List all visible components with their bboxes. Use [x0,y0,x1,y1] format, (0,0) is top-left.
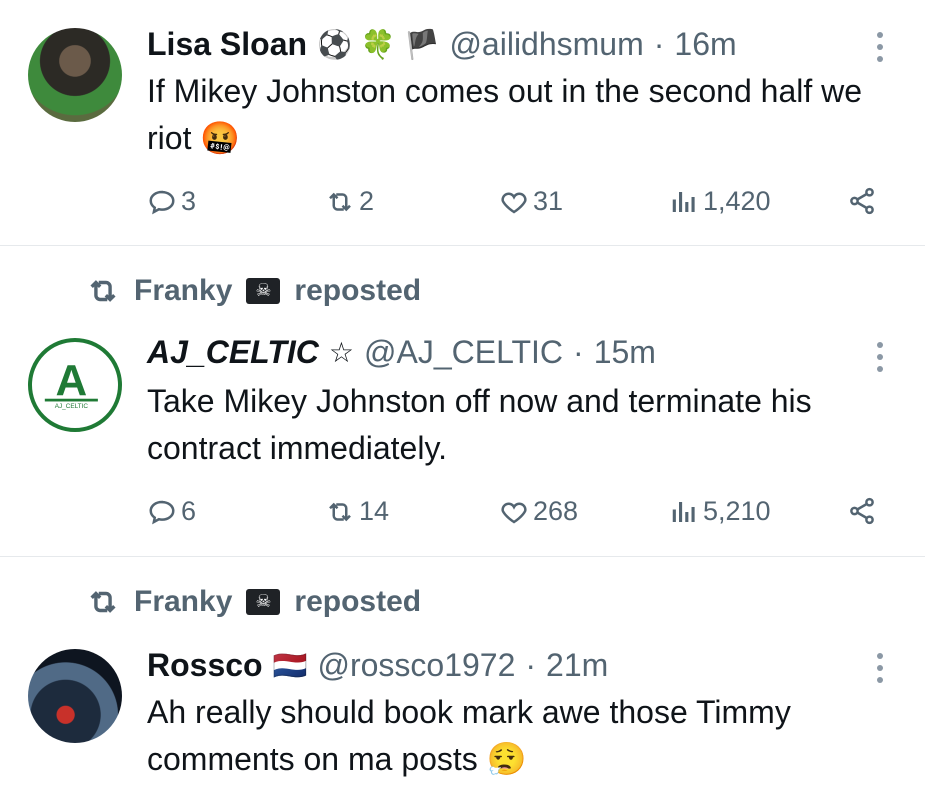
reposted-label: reposted [294,274,422,307]
reply-icon [149,500,175,524]
more-icon[interactable] [877,32,883,62]
avatar[interactable]: A AJ_CELTIC [28,338,122,432]
display-name[interactable]: Lisa Sloan [147,26,307,63]
logo-caption: AJ_CELTIC [55,403,89,410]
like-count: 31 [533,186,564,216]
avatar[interactable] [28,28,122,122]
reposted-by-name[interactable]: Franky [134,274,232,308]
tweet-header: AJ_CELTIC ☆ @AJ_CELTIC · 15m [147,334,656,371]
like-icon [501,502,527,523]
views-button[interactable]: 5,210 [669,496,771,527]
share-icon [850,187,874,215]
views-icon [672,191,695,212]
like-button[interactable]: 268 [499,496,578,527]
user-handle[interactable]: @ailidhsmum [449,26,643,63]
views-count: 5,210 [703,496,771,526]
aj-celtic-logo: A AJ_CELTIC [44,356,98,410]
tweet-header: Lisa Sloan ⚽ 🍀 🏴 @ailidhsmum · 16m [147,26,737,63]
profile-emoji-badges: ☆ [328,335,354,369]
reply-count: 3 [181,186,197,216]
views-button[interactable]: 1,420 [669,186,771,217]
more-icon[interactable] [877,342,883,372]
repost-icon [329,502,351,521]
views-icon [672,501,695,522]
tweet-text: If Mikey Johnston comes out in the secon… [147,73,863,156]
avatar[interactable] [28,649,122,743]
tweet-lisa-sloan[interactable]: Lisa Sloan ⚽ 🍀 🏴 @ailidhsmum · 16m If Mi… [0,0,925,245]
like-count: 268 [533,496,579,526]
user-handle[interactable]: @AJ_CELTIC [364,334,563,371]
reply-count: 6 [181,496,197,526]
repost-icon [90,280,116,302]
profile-emoji-badges: 🇳🇱 [272,648,308,682]
timestamp[interactable]: 16m [674,26,736,63]
timestamp[interactable]: 15m [594,334,656,371]
separator-dot: · [525,647,537,683]
reply-button[interactable]: 6 [147,496,196,527]
pirate-flag-icon: ☠ [246,278,281,304]
reply-button[interactable]: 3 [147,186,196,217]
user-handle[interactable]: @rossco1972 [317,647,515,684]
like-button[interactable]: 31 [499,186,563,217]
like-icon [501,192,527,213]
repost-context[interactable]: Franky ☠ reposted [86,274,421,308]
timestamp[interactable]: 21m [546,647,608,684]
share-icon [850,497,874,525]
timeline-feed: Lisa Sloan ⚽ 🍀 🏴 @ailidhsmum · 16m If Mi… [0,0,925,800]
repost-icon [329,192,351,211]
separator-dot: · [573,334,584,370]
tweet-rossco[interactable]: Franky ☠ reposted Rossco 🇳🇱 @rossco1972 … [0,557,925,800]
tweet-aj-celtic[interactable]: Franky ☠ reposted A AJ_CELTIC AJ_CELTIC … [0,246,925,556]
profile-emoji-badges: ⚽ 🍀 🏴 [317,27,440,61]
repost-count: 2 [359,186,375,216]
display-name[interactable]: AJ_CELTIC [147,334,319,371]
tweet-actions: 3 2 31 1,420 [147,186,887,220]
tweet-text: Take Mikey Johnston off now and terminat… [147,383,812,466]
repost-count: 14 [359,496,390,526]
tweet-actions: 6 14 268 5,210 [147,496,887,530]
repost-button[interactable]: 2 [325,186,374,217]
separator-dot: · [653,26,665,62]
repost-context[interactable]: Franky ☠ reposted [86,585,421,619]
repost-icon [90,591,116,613]
reposted-by-name[interactable]: Franky [134,585,232,619]
share-button[interactable] [847,186,877,216]
logo-letter: A [55,356,87,405]
reposted-label: reposted [294,585,422,618]
pirate-flag-icon: ☠ [246,589,281,615]
display-name[interactable]: Rossco [147,647,263,684]
repost-button[interactable]: 14 [325,496,389,527]
share-button[interactable] [847,496,877,526]
views-count: 1,420 [703,186,771,216]
reply-icon [149,190,175,214]
tweet-text: Ah really should book mark awe those Tim… [147,694,791,777]
more-icon[interactable] [877,653,883,683]
tweet-header: Rossco 🇳🇱 @rossco1972 · 21m [147,647,608,684]
